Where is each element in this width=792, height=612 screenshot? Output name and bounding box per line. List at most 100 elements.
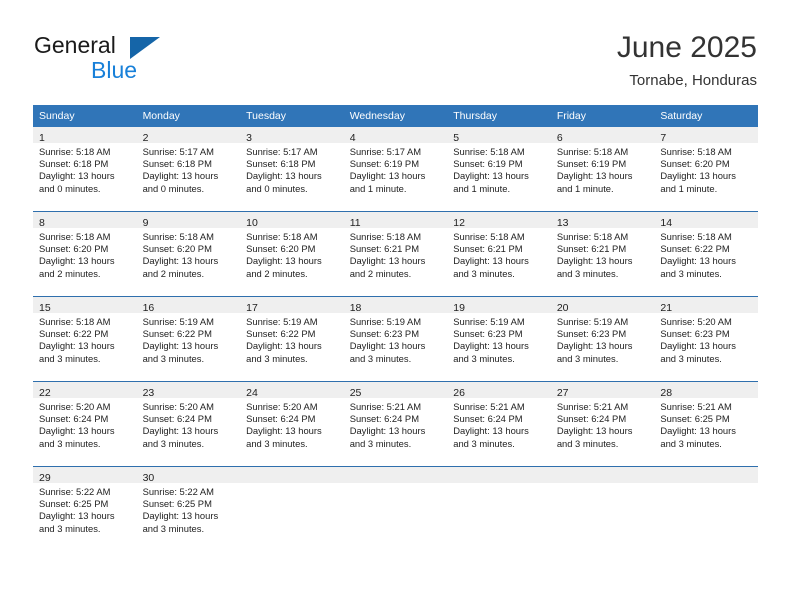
day-cell[interactable]: 4 Sunrise: 5:17 AM Sunset: 6:19 PM Daylight… [343,127,448,212]
day-number: 21 [660,302,673,314]
location-subtitle: Tornabe, Honduras [629,72,757,89]
day-number: 12 [453,217,465,229]
day-cell[interactable]: 12 Sunrise: 5:18 AM Sunset: 6:21 PM Dayligh… [447,211,551,297]
day-cell[interactable]: 14 Sunrise: 5:18 AM Sunset: 6:22 PM Dayligh… [654,211,758,297]
daylight-text-line1: Daylight: 13 hours [660,340,736,352]
day-cell[interactable]: 15 Sunrise: 5:18 AM Sunset: 6:22 PM Dayligh… [33,296,137,382]
daylight-text-line2: and 3 minutes. [39,352,101,364]
day-cell[interactable]: 3 Sunrise: 5:17 AM Sunset: 6:18 PM Daylight… [240,127,344,212]
daylight-text-line2: and 3 minutes. [246,437,308,449]
day-cell[interactable]: 17 Sunrise: 5:19 AM Sunset: 6:22 PM Dayligh… [240,296,344,382]
sunset-text: Sunset: 6:20 PM [246,243,316,255]
day-cell[interactable]: 25 Sunrise: 5:21 AM Sunset: 6:24 PM Dayligh… [343,381,448,467]
day-cell[interactable]: 29 Sunrise: 5:22 AM Sunset: 6:25 PM Dayligh… [33,466,137,551]
day-cell[interactable]: 22 Sunrise: 5:20 AM Sunset: 6:24 PM Dayligh… [33,381,137,467]
sunset-text: Sunset: 6:20 PM [142,243,212,255]
day-cell[interactable]: 16 Sunrise: 5:19 AM Sunset: 6:22 PM Dayligh… [136,296,241,382]
sunrise-text: Sunrise: 5:19 AM [246,316,318,327]
weekday-header-tuesday: Tuesday [240,105,344,127]
day-cell[interactable]: 11 Sunrise: 5:18 AM Sunset: 6:21 PM Dayligh… [343,211,448,297]
sunrise-text: Sunrise: 5:18 AM [453,146,525,157]
day-number: 29 [39,472,51,484]
daylight-text-line1: Daylight: 13 hours [142,170,219,182]
daylight-text-line2: and 3 minutes. [246,352,308,364]
sunrise-text: Sunrise: 5:21 AM [660,401,732,412]
daylight-text-line2: and 3 minutes. [556,267,619,279]
daylight-text-line1: Daylight: 13 hours [142,510,219,522]
daylight-text-line1: Daylight: 13 hours [39,510,115,522]
daylight-text-line2: and 3 minutes. [142,437,205,449]
daylight-text-line1: Daylight: 13 hours [246,340,322,352]
sunrise-text: Sunrise: 5:18 AM [660,146,732,157]
day-cell[interactable]: 13 Sunrise: 5:18 AM Sunset: 6:21 PM Dayligh… [550,211,655,297]
weekday-header-saturday: Saturday [654,105,758,127]
sunrise-text: Sunrise: 5:20 AM [660,316,732,327]
weekday-header-friday: Friday [550,105,655,127]
sunrise-text: Sunrise: 5:21 AM [556,401,629,412]
sunrise-text: Sunrise: 5:22 AM [142,486,214,497]
sunset-text: Sunset: 6:25 PM [39,498,109,510]
day-cell[interactable]: 28 Sunrise: 5:21 AM Sunset: 6:25 PM Dayligh… [654,381,758,467]
sunrise-text: Sunrise: 5:19 AM [142,316,214,327]
sunset-text: Sunset: 6:24 PM [246,413,316,425]
sunset-text: Sunset: 6:21 PM [556,243,627,255]
daylight-text-line1: Daylight: 13 hours [142,425,219,437]
daylight-text-line2: and 3 minutes. [39,437,101,449]
sunset-text: Sunset: 6:24 PM [142,413,212,425]
daylight-text-line1: Daylight: 13 hours [246,255,322,267]
day-cell[interactable]: 5 Sunrise: 5:18 AM Sunset: 6:19 PM Daylight… [447,127,551,212]
sunset-text: Sunset: 6:23 PM [349,328,419,340]
day-number: 1 [39,132,45,144]
daylight-text-line1: Daylight: 13 hours [349,340,426,352]
day-cell[interactable]: 20 Sunrise: 5:19 AM Sunset: 6:23 PM Dayligh… [550,296,655,382]
day-cell[interactable]: 2 Sunrise: 5:17 AM Sunset: 6:18 PM Daylight… [136,127,241,212]
day-number: 16 [142,302,155,314]
sunrise-text: Sunrise: 5:20 AM [142,401,214,412]
day-cell[interactable]: 7 Sunrise: 5:18 AM Sunset: 6:20 PM Daylight… [654,127,758,212]
sunset-text: Sunset: 6:20 PM [39,243,109,255]
week-row: 8 Sunrise: 5:18 AM Sunset: 6:20 PM Daylight… [33,211,758,297]
sunset-text: Sunset: 6:19 PM [453,158,523,170]
day-cell[interactable]: 27 Sunrise: 5:21 AM Sunset: 6:24 PM Dayligh… [550,381,655,467]
day-cell[interactable]: 19 Sunrise: 5:19 AM Sunset: 6:23 PM Dayligh… [447,296,551,382]
day-cell[interactable]: 9 Sunrise: 5:18 AM Sunset: 6:20 PM Daylight… [136,211,241,297]
day-number: 17 [246,302,258,314]
daylight-text-line1: Daylight: 13 hours [453,170,529,182]
day-cell[interactable]: 8 Sunrise: 5:18 AM Sunset: 6:20 PM Daylight… [33,211,137,297]
calendar-table: Sunday Monday Tuesday Wednesday Thursday… [33,105,758,551]
day-cell[interactable]: 26 Sunrise: 5:21 AM Sunset: 6:24 PM Dayligh… [447,381,551,467]
sunrise-text: Sunrise: 5:18 AM [39,231,111,242]
sunrise-text: Sunrise: 5:20 AM [39,401,111,412]
day-cell[interactable]: 18 Sunrise: 5:19 AM Sunset: 6:23 PM Dayligh… [343,296,448,382]
day-cell[interactable]: 24 Sunrise: 5:20 AM Sunset: 6:24 PM Dayligh… [240,381,344,467]
sunset-text: Sunset: 6:18 PM [39,158,109,170]
sunrise-text: Sunrise: 5:18 AM [142,231,214,242]
week-row: 15 Sunrise: 5:18 AM Sunset: 6:22 PM Dayligh… [33,296,758,382]
day-cell[interactable]: 1 Sunrise: 5:18 AM Sunset: 6:18 PM Daylight… [33,127,137,212]
daylight-text-line2: and 3 minutes. [142,522,205,534]
daylight-text-line1: Daylight: 13 hours [660,425,736,437]
day-cell[interactable]: 23 Sunrise: 5:20 AM Sunset: 6:24 PM Dayligh… [136,381,241,467]
day-cell-empty [240,466,344,551]
page-title: June 2025 [616,31,757,64]
daylight-text-line2: and 3 minutes. [349,437,412,449]
day-cell[interactable]: 30 Sunrise: 5:22 AM Sunset: 6:25 PM Dayligh… [136,466,241,551]
daylight-text-line2: and 0 minutes. [39,182,101,194]
daylight-text-line2: and 1 minute. [453,182,511,194]
brand-logo[interactable]: General Blue [34,32,264,87]
day-number: 19 [453,302,465,314]
weekday-header-thursday: Thursday [447,105,551,127]
day-number: 2 [142,132,149,144]
day-number: 7 [660,132,667,144]
day-number: 25 [349,387,362,399]
day-cell[interactable]: 21 Sunrise: 5:20 AM Sunset: 6:23 PM Dayligh… [654,296,758,382]
daylight-text-line2: and 1 minute. [660,182,718,194]
day-cell[interactable]: 10 Sunrise: 5:18 AM Sunset: 6:20 PM Dayligh… [240,211,344,297]
sunset-text: Sunset: 6:18 PM [246,158,316,170]
daylight-text-line2: and 3 minutes. [556,352,619,364]
weekday-header-wednesday: Wednesday [343,105,448,127]
day-cell-empty [550,466,655,551]
sunset-text: Sunset: 6:21 PM [453,243,523,255]
day-cell[interactable]: 6 Sunrise: 5:18 AM Sunset: 6:19 PM Daylight… [550,127,655,212]
daylight-text-line1: Daylight: 13 hours [39,425,115,437]
